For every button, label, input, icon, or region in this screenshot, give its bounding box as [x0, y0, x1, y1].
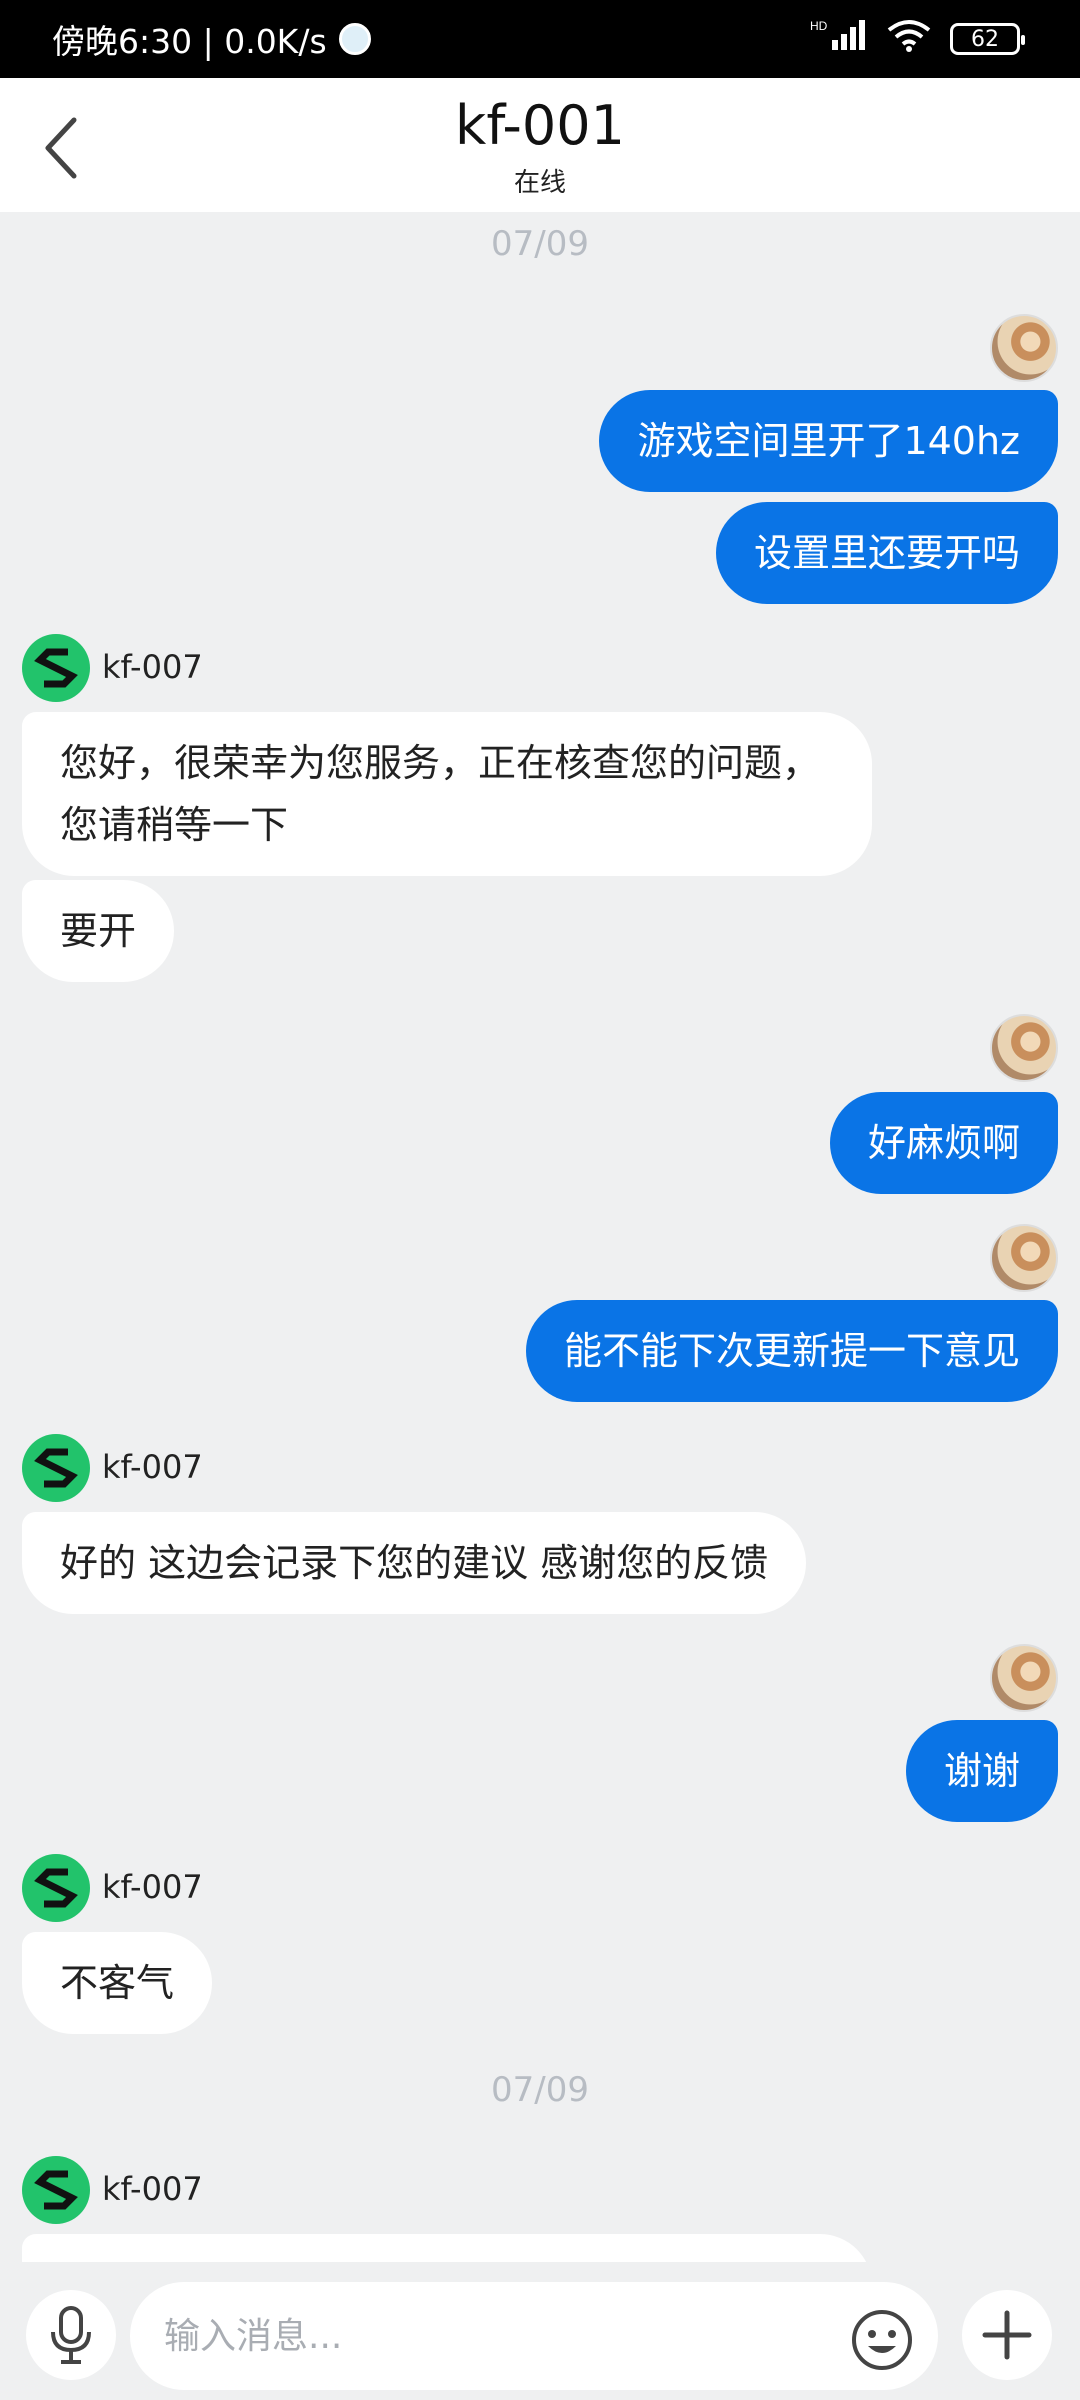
hd-label: HD [810, 19, 828, 33]
battery-level: 62 [971, 26, 999, 52]
agent-avatar[interactable] [22, 634, 90, 702]
message-bubble-received[interactable]: 不客气 [22, 1932, 213, 2034]
message-bubble-sent[interactable]: 谢谢 [905, 1720, 1058, 1822]
chat-header: kf-001 在线 [0, 78, 1080, 212]
online-status: 在线 [513, 168, 566, 198]
message-bubble-sent[interactable]: 设置里还要开吗 [715, 502, 1058, 604]
s-logo-icon [34, 1868, 78, 1908]
message-bubble-sent[interactable]: 游戏空间里开了140hz [599, 390, 1058, 492]
message-bubble-received-partial[interactable] [22, 2234, 872, 2262]
header-title-group: kf-001 在线 [0, 78, 1080, 212]
date-divider: 07/09 [491, 224, 589, 264]
message-bubble-sent[interactable]: 好麻烦啊 [829, 1092, 1058, 1194]
smiley-face-icon [852, 2310, 912, 2370]
status-time: 傍晚6:30 | 0.0K/s [52, 22, 327, 61]
message-bubble-received[interactable]: 要开 [22, 880, 175, 982]
chevron-left-icon [45, 117, 77, 179]
chat-messages[interactable]: 07/09 游戏空间里开了140hz 设置里还要开吗 kf-007 您好，很荣幸… [0, 212, 1080, 2262]
signal-icon: HD [810, 18, 868, 60]
status-left: 傍晚6:30 | 0.0K/s [52, 15, 371, 63]
agent-name: kf-007 [102, 648, 203, 686]
message-bubble-received[interactable]: 好的 这边会记录下您的建议 感谢您的反馈 [22, 1512, 807, 1614]
wifi-icon [886, 18, 932, 60]
message-bubble-received[interactable]: 您好，很荣幸为您服务，正在核查您的问题，您请稍等一下 [22, 712, 872, 876]
page-title: kf-001 [455, 94, 625, 157]
emoji-button[interactable] [846, 2304, 918, 2376]
s-logo-icon [34, 2170, 78, 2210]
battery-icon: 62 [950, 23, 1025, 55]
agent-name: kf-007 [102, 1868, 203, 1906]
message-input[interactable] [130, 2282, 938, 2390]
user-avatar[interactable] [990, 1014, 1058, 1082]
voice-button[interactable] [26, 2290, 116, 2380]
agent-name: kf-007 [102, 1448, 203, 1486]
agent-avatar[interactable] [22, 2156, 90, 2224]
plus-icon [982, 2310, 1032, 2360]
microphone-icon [51, 2306, 91, 2364]
s-logo-icon [34, 648, 78, 688]
message-bubble-sent[interactable]: 能不能下次更新提一下意见 [525, 1300, 1058, 1402]
user-avatar[interactable] [990, 1224, 1058, 1292]
status-bar: 傍晚6:30 | 0.0K/s HD 62 [0, 0, 1080, 78]
user-avatar[interactable] [990, 1644, 1058, 1712]
status-right: HD 62 [810, 18, 1025, 60]
s-logo-icon [34, 1448, 78, 1488]
message-input-bar [0, 2262, 1080, 2400]
notification-icon [338, 23, 371, 55]
add-attachment-button[interactable] [962, 2290, 1052, 2380]
agent-avatar[interactable] [22, 1854, 90, 1922]
date-divider: 07/09 [491, 2070, 589, 2110]
agent-avatar[interactable] [22, 1434, 90, 1502]
back-button[interactable] [30, 108, 90, 188]
user-avatar[interactable] [990, 314, 1058, 382]
agent-name: kf-007 [102, 2170, 203, 2208]
